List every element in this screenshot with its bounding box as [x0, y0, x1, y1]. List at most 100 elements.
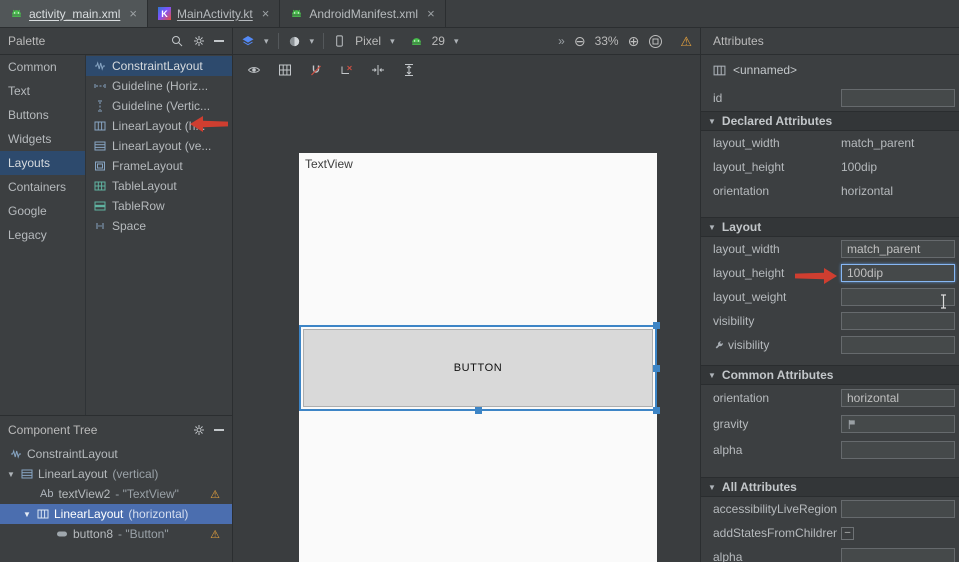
minimize-icon[interactable] — [214, 40, 224, 42]
attr-row-orientation-declared[interactable]: orientation horizontal — [701, 179, 959, 203]
tree-expand-icon[interactable]: ▼ — [22, 510, 32, 519]
guideline-horizontal-icon — [94, 80, 106, 92]
layout-height-input[interactable]: 100dip — [841, 264, 955, 282]
layout-weight-input[interactable] — [841, 288, 955, 306]
api-level-selector[interactable]: 29 — [432, 34, 445, 48]
alpha-input[interactable] — [841, 441, 955, 459]
resize-handle-bottom-right[interactable] — [653, 407, 660, 414]
resize-handle-top-right[interactable] — [653, 322, 660, 329]
palette-category-legacy[interactable]: Legacy — [0, 223, 85, 247]
attr-value[interactable]: horizontal — [841, 184, 893, 198]
toolbar-overflow-icon[interactable]: » — [558, 34, 565, 48]
palette-category-common[interactable]: Common — [0, 55, 85, 79]
gravity-input[interactable] — [841, 415, 955, 433]
warnings-indicator-icon[interactable]: ⚠ — [680, 35, 692, 48]
view-options-icon[interactable] — [247, 63, 261, 77]
section-collapse-icon[interactable]: ▼ — [708, 371, 716, 380]
palette-category-text[interactable]: Text — [0, 79, 85, 103]
section-declared-attributes[interactable]: ▼ Declared Attributes — [701, 111, 959, 131]
palette-item-framelayout[interactable]: FrameLayout — [86, 156, 232, 176]
palette-category-widgets[interactable]: Widgets — [0, 127, 85, 151]
tree-node-sublabel: (horizontal) — [128, 507, 188, 521]
attr-name: layout_width — [713, 242, 837, 256]
design-mode-icon[interactable] — [241, 35, 255, 48]
selected-linearlayout[interactable]: BUTTON — [299, 325, 657, 411]
kotlin-file-icon: K — [158, 7, 171, 20]
palette-item-tablelayout[interactable]: TableLayout — [86, 176, 232, 196]
tree-node-button8[interactable]: button8 - "Button" ⚠ — [0, 524, 232, 544]
tree-expand-icon[interactable]: ▼ — [6, 470, 16, 479]
section-collapse-icon[interactable]: ▼ — [708, 483, 716, 492]
warning-icon[interactable]: ⚠ — [210, 488, 220, 501]
resize-handle-bottom-center[interactable] — [475, 407, 482, 414]
addstatesfromchildren-checkbox[interactable]: – — [841, 527, 854, 540]
section-layout[interactable]: ▼ Layout — [701, 217, 959, 237]
palette-category-layouts[interactable]: Layouts — [0, 151, 85, 175]
chevron-down-icon[interactable]: ▾ — [390, 36, 395, 47]
canvas-button[interactable]: BUTTON — [303, 329, 653, 407]
expand-vertical-icon[interactable] — [402, 63, 416, 77]
palette-item-linearlayout-vertical[interactable]: LinearLayout (ve... — [86, 136, 232, 156]
attr-value[interactable]: 100dip — [841, 160, 877, 174]
layout-width-input[interactable]: match_parent — [841, 240, 955, 258]
android-api-icon — [410, 35, 423, 48]
search-icon[interactable] — [170, 34, 184, 48]
palette-item-guideline-horizontal[interactable]: Guideline (Horiz... — [86, 76, 232, 96]
autoconnect-off-icon[interactable] — [309, 63, 323, 77]
section-collapse-icon[interactable]: ▼ — [708, 223, 716, 232]
chevron-down-icon[interactable]: ▾ — [454, 36, 459, 47]
attr-row-id: id — [701, 85, 959, 111]
orientation-input[interactable]: horizontal — [841, 389, 955, 407]
close-icon[interactable]: × — [129, 7, 137, 20]
gear-icon[interactable] — [192, 34, 206, 48]
tree-node-linearlayout-vertical[interactable]: ▼ LinearLayout (vertical) — [0, 464, 232, 484]
palette-category-containers[interactable]: Containers — [0, 175, 85, 199]
palette-item-label: Space — [112, 219, 146, 233]
accessibilityliveregion-input[interactable] — [841, 500, 955, 518]
palette-item-constraintlayout[interactable]: ConstraintLayout — [86, 56, 232, 76]
palette-category-google[interactable]: Google — [0, 199, 85, 223]
zoom-out-icon[interactable]: ⊖ — [574, 34, 586, 48]
attr-value[interactable]: match_parent — [841, 136, 914, 150]
palette-item-space[interactable]: Space — [86, 216, 232, 236]
alpha-all-input[interactable] — [841, 548, 955, 562]
warning-icon[interactable]: ⚠ — [210, 528, 220, 541]
tab-androidmanifest-xml[interactable]: AndroidManifest.xml × — [280, 0, 445, 27]
close-icon[interactable]: × — [427, 7, 435, 20]
tools-visibility-input[interactable] — [841, 336, 955, 354]
tree-node-linearlayout-horizontal[interactable]: ▼ LinearLayout (horizontal) — [0, 504, 232, 524]
chevron-down-icon[interactable]: ▾ — [310, 36, 315, 47]
palette-item-tablerow[interactable]: TableRow — [86, 196, 232, 216]
pack-horizontal-icon[interactable] — [371, 63, 385, 77]
tab-activity-main-xml[interactable]: activity_main.xml × — [0, 0, 148, 27]
palette-panel: Common Text Buttons Widgets Layouts Cont… — [0, 55, 232, 415]
tab-mainactivity-kt[interactable]: K MainActivity.kt × — [148, 0, 280, 27]
tree-node-constraintlayout[interactable]: ConstraintLayout — [0, 444, 232, 464]
section-common-attributes[interactable]: ▼ Common Attributes — [701, 365, 959, 385]
palette-category-buttons[interactable]: Buttons — [0, 103, 85, 127]
tree-node-textview2[interactable]: Ab textView2 - "TextView" ⚠ — [0, 484, 232, 504]
attr-row-layout-width-declared[interactable]: layout_width match_parent — [701, 131, 959, 155]
id-input[interactable] — [841, 89, 955, 107]
resize-handle-mid-right[interactable] — [653, 365, 660, 372]
section-collapse-icon[interactable]: ▼ — [708, 117, 716, 126]
palette-item-guideline-vertical[interactable]: Guideline (Vertic... — [86, 96, 232, 116]
canvas-textview[interactable]: TextView — [305, 157, 353, 171]
close-icon[interactable]: × — [262, 7, 270, 20]
gear-icon[interactable] — [192, 423, 206, 437]
minimize-icon[interactable] — [214, 429, 224, 431]
device-selector[interactable]: Pixel — [355, 34, 381, 48]
section-all-attributes[interactable]: ▼ All Attributes — [701, 477, 959, 497]
chevron-down-icon[interactable]: ▾ — [264, 36, 269, 47]
visibility-input[interactable] — [841, 312, 955, 330]
device-canvas[interactable]: TextView BUTTON — [299, 153, 657, 562]
palette-categories: Common Text Buttons Widgets Layouts Cont… — [0, 55, 86, 415]
attr-row-alpha: alpha — [701, 437, 959, 463]
theme-icon[interactable] — [288, 35, 301, 48]
blueprint-mode-icon[interactable] — [278, 63, 292, 77]
clear-constraints-icon[interactable] — [340, 63, 354, 77]
attr-row-layout-height-declared[interactable]: layout_height 100dip — [701, 155, 959, 179]
flag-icon[interactable] — [847, 419, 857, 430]
zoom-in-icon[interactable]: ⊕ — [628, 34, 640, 48]
zoom-to-fit-icon[interactable] — [648, 34, 663, 49]
